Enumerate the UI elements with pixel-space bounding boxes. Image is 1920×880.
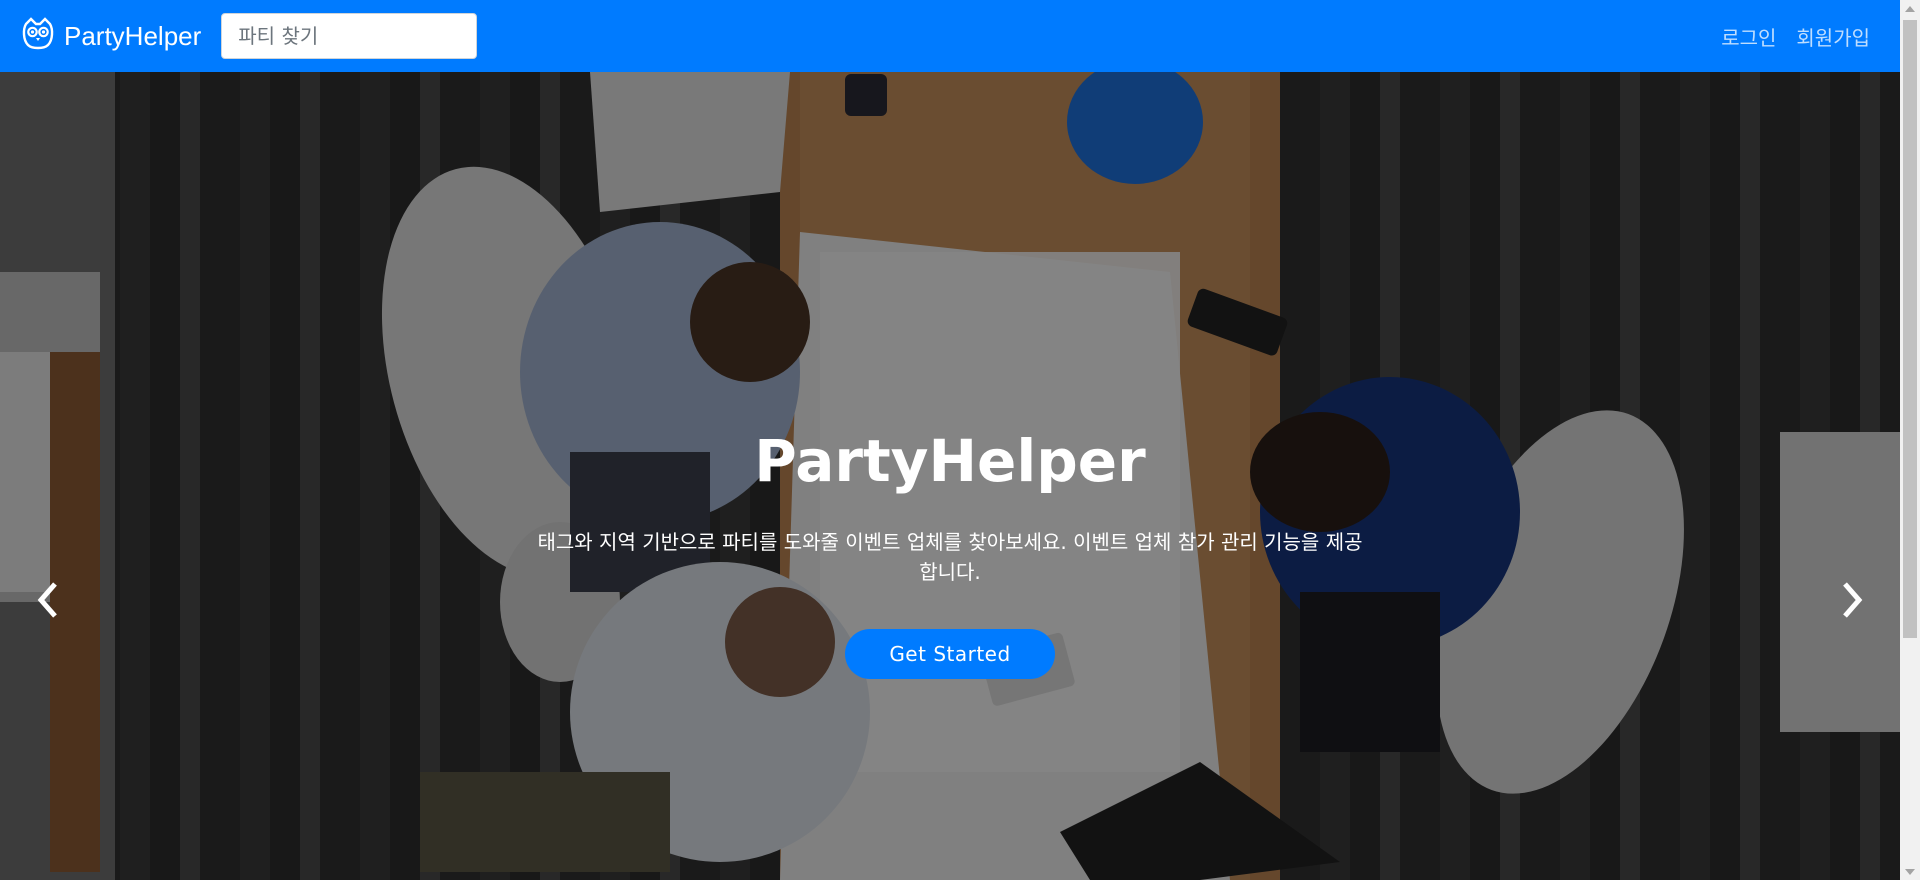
signup-link[interactable]: 회원가입 <box>1796 22 1870 51</box>
brand-link[interactable]: PartyHelper <box>20 16 201 56</box>
hero-content: PartyHelper 태그와 지역 기반으로 파티를 도와줄 이벤트 업체를 … <box>0 427 1900 679</box>
owl-logo-icon <box>20 16 56 56</box>
triangle-up-icon <box>1905 5 1915 12</box>
hero-description: 태그와 지역 기반으로 파티를 도와줄 이벤트 업체를 찾아보세요. 이벤트 업… <box>537 530 1363 584</box>
scroll-down-button[interactable] <box>1900 863 1920 880</box>
chevron-left-icon <box>35 580 61 624</box>
top-navbar: PartyHelper 로그인 회원가입 <box>0 0 1900 72</box>
nav-links: 로그인 회원가입 <box>1721 22 1870 51</box>
hero-carousel: PartyHelper 태그와 지역 기반으로 파티를 도와줄 이벤트 업체를 … <box>0 72 1900 880</box>
carousel-next-button[interactable] <box>1832 577 1872 627</box>
brand-name: PartyHelper <box>64 20 202 51</box>
page-scrollbar[interactable] <box>1900 0 1920 880</box>
login-link[interactable]: 로그인 <box>1721 22 1776 51</box>
chevron-right-icon <box>1839 580 1865 624</box>
carousel-prev-button[interactable] <box>28 577 68 627</box>
hero-title: PartyHelper <box>754 427 1146 495</box>
scroll-up-button[interactable] <box>1900 0 1920 17</box>
scrollbar-thumb[interactable] <box>1903 20 1917 638</box>
search-input[interactable] <box>221 13 478 59</box>
triangle-down-icon <box>1905 868 1915 875</box>
get-started-button[interactable]: Get Started <box>845 629 1055 679</box>
